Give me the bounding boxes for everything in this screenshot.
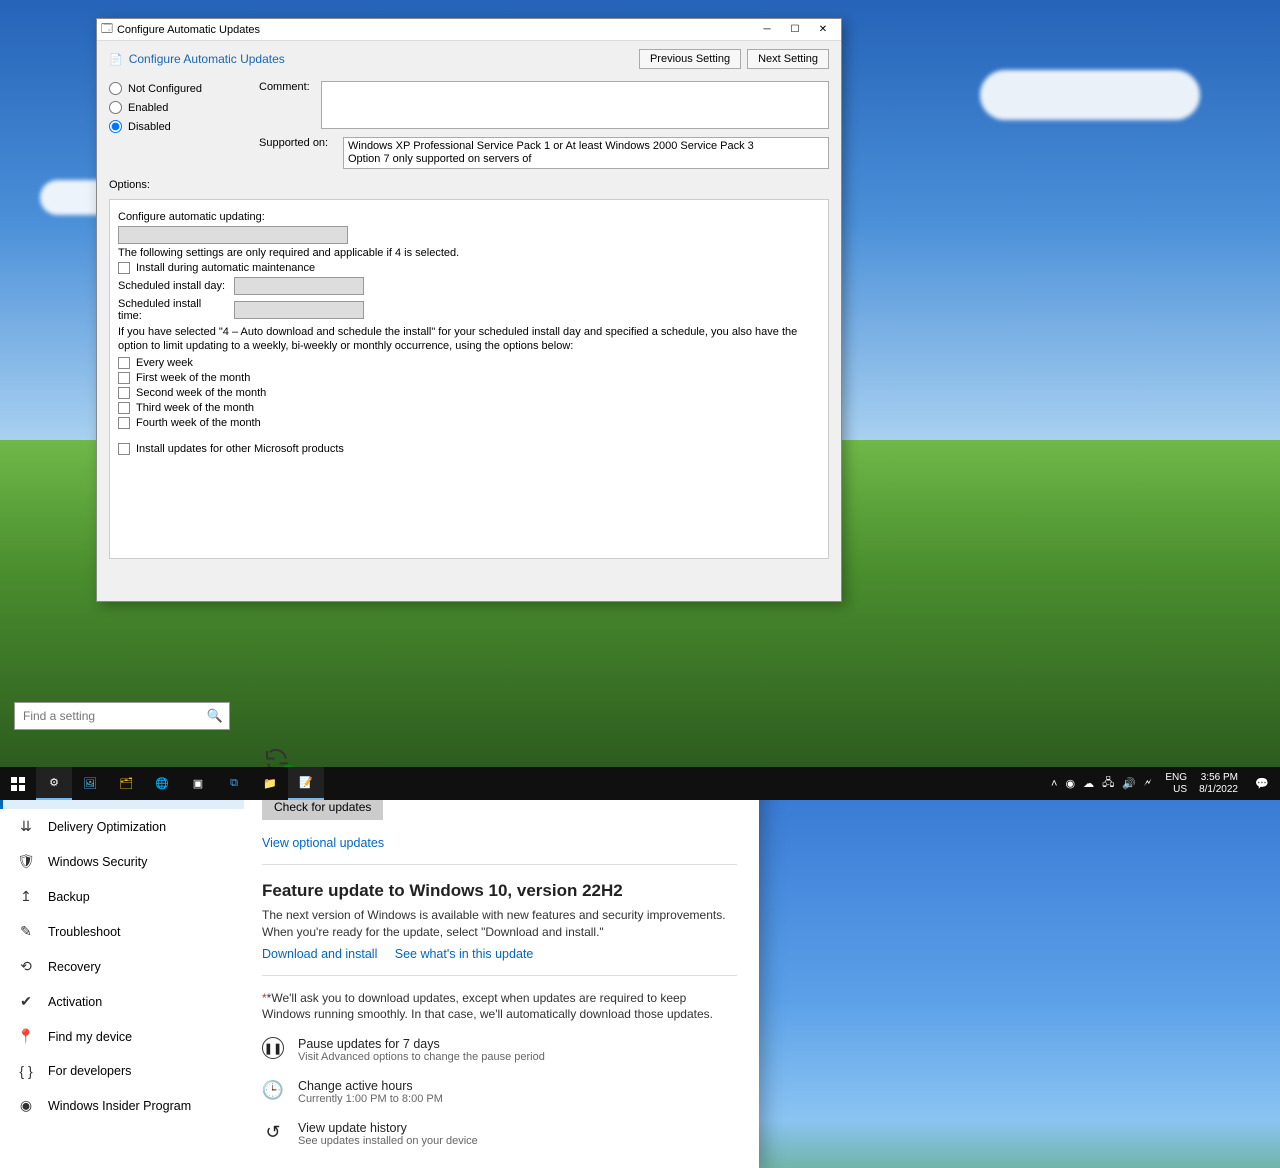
options-section: Configure automatic updating: The follow… xyxy=(109,199,829,559)
sched-time-label: Scheduled install time: xyxy=(118,298,228,322)
chk-third-week[interactable] xyxy=(118,402,130,414)
chk-fourth-week[interactable] xyxy=(118,417,130,429)
cloud-graphic xyxy=(980,70,1200,120)
system-tray: ˄ ◉ ☁ 🖧 🔊 🗲 xyxy=(1043,774,1159,793)
history-icon: ↺ xyxy=(262,1121,284,1143)
configure-updating-label: Configure automatic updating: xyxy=(118,211,265,223)
feature-update-title: Feature update to Windows 10, version 22… xyxy=(262,881,737,901)
troubleshoot-icon: ✎ xyxy=(18,923,34,940)
supported-on-box: Windows XP Professional Service Pack 1 o… xyxy=(343,137,829,169)
minimize-button[interactable]: ─ xyxy=(753,21,781,39)
chk-every-week[interactable] xyxy=(118,357,130,369)
update-history-option[interactable]: ↺ View update historySee updates install… xyxy=(262,1113,737,1155)
supported-on-label: Supported on: xyxy=(259,137,331,169)
close-button[interactable]: ✕ xyxy=(809,21,837,39)
sidebar-item-recovery[interactable]: ⟲Recovery xyxy=(0,949,244,984)
activation-icon: ✔ xyxy=(18,993,34,1010)
options-label: Options: xyxy=(109,179,829,195)
delivery-icon: ⇊ xyxy=(18,818,34,835)
sched-note: If you have selected "4 – Auto download … xyxy=(118,325,820,354)
comment-textarea[interactable] xyxy=(321,81,829,129)
pause-updates-option[interactable]: ❚❚ Pause updates for 7 daysVisit Advance… xyxy=(262,1029,737,1071)
pause-icon: ❚❚ xyxy=(262,1037,284,1059)
configure-updating-combo[interactable] xyxy=(118,226,348,244)
taskbar-lang[interactable]: ENG US xyxy=(1159,772,1193,796)
taskbar-clock[interactable]: 3:56 PM 8/1/2022 xyxy=(1193,772,1244,796)
maximize-button[interactable]: ☐ xyxy=(781,21,809,39)
sidebar-item-windows-security[interactable]: 🛡Windows Security xyxy=(0,844,244,879)
chk-other-ms[interactable] xyxy=(118,443,130,455)
sidebar-item-backup[interactable]: ↥Backup xyxy=(0,879,244,914)
radio-disabled[interactable]: Disabled xyxy=(109,117,235,136)
start-button[interactable] xyxy=(0,767,36,800)
taskbar-explorer[interactable]: 🗂 xyxy=(108,767,144,800)
sched-day-label: Scheduled install day: xyxy=(118,280,228,292)
tray-chevron-icon[interactable]: ˄ xyxy=(1051,778,1057,790)
sidebar-item-activation[interactable]: ✔Activation xyxy=(0,984,244,1019)
tray-meet-icon[interactable]: ◉ xyxy=(1065,777,1075,790)
chk-maintenance[interactable] xyxy=(118,262,130,274)
tray-network-icon[interactable]: 🖧 xyxy=(1102,774,1114,793)
taskbar-folder[interactable]: 📁 xyxy=(252,767,288,800)
taskbar-terminal[interactable]: ▣ xyxy=(180,767,216,800)
sidebar-item-windows-insider[interactable]: ◉Windows Insider Program xyxy=(0,1088,244,1123)
update-disclaimer: **We'll ask you to download updates, exc… xyxy=(262,990,737,1024)
gp-header-text: Configure Automatic Updates xyxy=(123,52,633,66)
active-hours-option[interactable]: 🕒 Change active hoursCurrently 1:00 PM t… xyxy=(262,1071,737,1113)
taskbar: ⚙ 🖼 🗂 🌐 ▣ ⧉ 📁 📝 ˄ ◉ ☁ 🖧 🔊 🗲 ENG US 3:56 … xyxy=(0,767,1280,800)
taskbar-vscode[interactable]: ⧉ xyxy=(216,767,252,800)
sched-day-combo[interactable] xyxy=(234,277,364,295)
tray-volume-icon[interactable]: 🔊 xyxy=(1122,777,1136,790)
notifications-button[interactable]: 💬 xyxy=(1244,767,1280,800)
radio-not-configured[interactable]: Not Configured xyxy=(109,79,235,98)
shield-icon: 🛡 xyxy=(18,853,34,870)
location-icon: 📍 xyxy=(18,1028,34,1045)
recovery-icon: ⟲ xyxy=(18,958,34,975)
app-icon: 🗔 xyxy=(101,20,113,39)
gp-title: Configure Automatic Updates xyxy=(113,24,753,36)
search-icon[interactable]: 🔍 xyxy=(207,708,223,724)
settings-sidebar: ⌂ Home 🔍 Update & Security ↻Windows Upda… xyxy=(0,652,244,1168)
search-container: 🔍 xyxy=(14,702,230,730)
sidebar-item-for-developers[interactable]: { }For developers xyxy=(0,1054,244,1088)
options-note: The following settings are only required… xyxy=(118,247,820,259)
taskbar-settings[interactable]: ⚙ xyxy=(36,767,72,800)
taskbar-edge[interactable]: 🌐 xyxy=(144,767,180,800)
view-optional-updates-link[interactable]: View optional updates xyxy=(262,836,384,850)
sidebar-item-delivery-optimization[interactable]: ⇊Delivery Optimization xyxy=(0,809,244,844)
search-input[interactable] xyxy=(14,702,230,730)
developer-icon: { } xyxy=(18,1063,34,1079)
backup-icon: ↥ xyxy=(18,888,34,905)
chk-first-week[interactable] xyxy=(118,372,130,384)
next-setting-button[interactable]: Next Setting xyxy=(747,49,829,69)
feature-update-desc: The next version of Windows is available… xyxy=(262,907,737,941)
radio-enabled[interactable]: Enabled xyxy=(109,98,235,117)
see-whats-new-link[interactable]: See what's in this update xyxy=(395,947,534,961)
gp-title-icon: 📄 xyxy=(109,53,123,66)
previous-setting-button[interactable]: Previous Setting xyxy=(639,49,741,69)
chk-second-week[interactable] xyxy=(118,387,130,399)
tray-battery-icon[interactable]: 🗲 xyxy=(1144,777,1151,790)
tray-onedrive-icon[interactable]: ☁ xyxy=(1083,777,1094,790)
sidebar-item-find-my-device[interactable]: 📍Find my device xyxy=(0,1019,244,1054)
group-policy-window: 🗔 Configure Automatic Updates ─ ☐ ✕ 📄 Co… xyxy=(96,18,842,602)
comment-label: Comment: xyxy=(259,81,309,129)
download-install-link[interactable]: Download and install xyxy=(262,947,377,961)
taskbar-photos[interactable]: 🖼 xyxy=(72,767,108,800)
clock-icon: 🕒 xyxy=(262,1079,284,1101)
taskbar-notepad[interactable]: 📝 xyxy=(288,767,324,800)
sched-time-combo[interactable] xyxy=(234,301,364,319)
sidebar-item-troubleshoot[interactable]: ✎Troubleshoot xyxy=(0,914,244,949)
insider-icon: ◉ xyxy=(18,1097,34,1114)
gp-titlebar[interactable]: 🗔 Configure Automatic Updates ─ ☐ ✕ xyxy=(97,19,841,41)
